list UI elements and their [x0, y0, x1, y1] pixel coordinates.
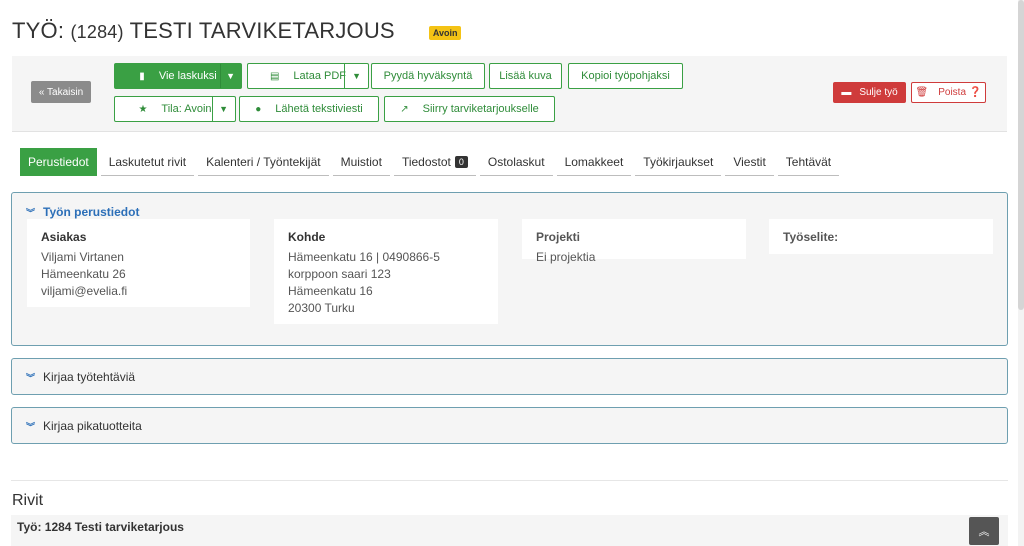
- status-label: Tila: Avoin: [161, 103, 212, 115]
- job-name: TESTI TARVIKETARJOUS: [123, 18, 395, 43]
- split-divider: [220, 64, 221, 88]
- close-job-button[interactable]: ▬ Sulje työ: [833, 82, 906, 103]
- back-button[interactable]: « Takaisin: [31, 81, 91, 103]
- delete-label: Poista: [938, 87, 967, 98]
- invoice-icon: ▮: [139, 70, 145, 82]
- tab-tyokirjaukset[interactable]: Työkirjaukset: [635, 148, 722, 176]
- caret-down-icon[interactable]: ▼: [352, 71, 361, 81]
- tab-ostolaskut[interactable]: Ostolaskut: [479, 148, 553, 176]
- delete-button[interactable]: 🗑 Poista ❓: [911, 82, 986, 103]
- tab-tehtavat[interactable]: Tehtävät: [777, 148, 840, 176]
- basic-info-panel: ︾ Työn perustiedot Asiakas Viljami Virta…: [11, 192, 1008, 346]
- quick-products-panel[interactable]: ︾ Kirjaa pikatuotteita: [11, 407, 1008, 444]
- add-image-button[interactable]: Lisää kuva: [489, 63, 562, 89]
- sms-label: Lähetä tekstiviesti: [275, 103, 363, 115]
- tab-kalenteri[interactable]: Kalenteri / Työntekijät: [198, 148, 329, 176]
- tab-laskutetut-rivit[interactable]: Laskutetut rivit: [100, 148, 195, 176]
- customer-name: Viljami Virtanen: [41, 250, 124, 264]
- tasks-title: Kirjaa työtehtäviä: [43, 370, 136, 384]
- move-button[interactable]: ↗ Siirry tarviketarjoukselle: [384, 96, 555, 122]
- customer-card: Asiakas Viljami Virtanen Hämeenkatu 26 v…: [27, 219, 250, 307]
- rows-title: Rivit: [12, 492, 44, 509]
- scrollbar-thumb[interactable]: [1018, 0, 1024, 310]
- calendar-icon: ▬: [841, 87, 852, 98]
- tab-tiedostot[interactable]: Tiedostot 0: [393, 148, 476, 176]
- star-icon: ★: [138, 103, 148, 115]
- chevron-double-down-icon: ︾: [26, 372, 36, 383]
- tasks-header[interactable]: ︾ Kirjaa työtehtäviä: [12, 359, 1007, 395]
- scroll-top-button[interactable]: ︽: [969, 517, 999, 545]
- invoice-button[interactable]: ▮ Vie laskuksi ▼: [114, 63, 242, 89]
- invoice-label: Vie laskuksi: [158, 70, 217, 82]
- quick-products-title: Kirjaa pikatuotteita: [43, 419, 142, 433]
- move-label: Siirry tarviketarjoukselle: [422, 103, 539, 115]
- tab-tiedostot-label: Tiedostot: [401, 154, 451, 169]
- page-header: TYÖ: (1284) TESTI TARVIKETARJOUS Avoin: [12, 16, 462, 46]
- tab-perustiedot[interactable]: Perustiedot: [20, 148, 97, 176]
- page-scrollbar[interactable]: [1018, 0, 1024, 546]
- trash-icon: 🗑: [915, 87, 929, 98]
- customer-address: Hämeenkatu 26: [41, 267, 126, 281]
- chevron-double-down-icon: ︾: [26, 421, 36, 432]
- target-line-4: 20300 Turku: [288, 301, 355, 315]
- job-number: (1284): [70, 22, 124, 42]
- customer-label: Asiakas: [41, 230, 87, 244]
- target-line-2: korppoon saari 123: [288, 267, 391, 281]
- tasks-panel[interactable]: ︾ Kirjaa työtehtäviä: [11, 358, 1008, 395]
- rows-bar: Työ: 1284 Testi tarviketarjous ︽: [11, 515, 1008, 546]
- caret-down-icon[interactable]: ▼: [219, 104, 228, 114]
- question-icon: ❓: [969, 87, 982, 98]
- split-divider: [344, 64, 345, 88]
- action-toolbar: « Takaisin ▮ Vie laskuksi ▼ ▤ Lataa PDF …: [12, 56, 1007, 132]
- quick-products-header[interactable]: ︾ Kirjaa pikatuotteita: [12, 408, 1007, 444]
- tab-muistiot[interactable]: Muistiot: [332, 148, 390, 176]
- basic-info-title: Työn perustiedot: [43, 205, 140, 219]
- comment-icon: ●: [255, 103, 262, 115]
- chevron-double-up-icon: ︽: [978, 526, 990, 538]
- status-badge: Avoin: [428, 26, 462, 40]
- approval-button[interactable]: Pyydä hyväksyntä: [371, 63, 485, 89]
- split-divider: [212, 97, 213, 121]
- target-card: Kohde Hämeenkatu 16 | 0490866-5 korppoon…: [274, 219, 498, 324]
- page-title: TYÖ: (1284) TESTI TARVIKETARJOUS: [12, 18, 395, 44]
- close-job-label: Sulje työ: [859, 87, 898, 98]
- sms-button[interactable]: ● Lähetä tekstiviesti: [239, 96, 379, 122]
- file-pdf-icon: ▤: [269, 70, 280, 82]
- caret-down-icon[interactable]: ▼: [226, 71, 235, 81]
- description-card: Työselite:: [769, 219, 993, 254]
- project-value: Ei projektia: [536, 250, 596, 264]
- file-count-badge: 0: [454, 155, 468, 168]
- target-line-3: Hämeenkatu 16: [288, 284, 373, 298]
- status-button[interactable]: ★ Tila: Avoin ▼: [114, 96, 236, 122]
- gavel-icon: ↗: [400, 103, 409, 115]
- job-row-title: Työ: 1284 Testi tarviketarjous: [17, 520, 184, 534]
- chevron-double-down-icon: ︾: [26, 207, 36, 218]
- target-line-1: Hämeenkatu 16 | 0490866-5: [288, 250, 440, 264]
- pdf-button[interactable]: ▤ Lataa PDF ▼: [247, 63, 369, 89]
- tab-lomakkeet[interactable]: Lomakkeet: [556, 148, 632, 176]
- project-label: Projekti: [536, 230, 581, 244]
- section-divider: [11, 480, 1008, 481]
- customer-email: viljami@evelia.fi: [41, 284, 128, 298]
- tab-viestit[interactable]: Viestit: [725, 148, 774, 176]
- description-label: Työselite:: [783, 230, 839, 244]
- project-card: Projekti Ei projektia: [522, 219, 746, 264]
- title-prefix: TYÖ:: [12, 18, 71, 43]
- pdf-label: Lataa PDF: [293, 70, 347, 82]
- tab-bar: Perustiedot Laskutetut rivit Kalenteri /…: [20, 148, 843, 176]
- target-label: Kohde: [288, 230, 326, 244]
- copy-template-button[interactable]: Kopioi työpohjaksi: [568, 63, 683, 89]
